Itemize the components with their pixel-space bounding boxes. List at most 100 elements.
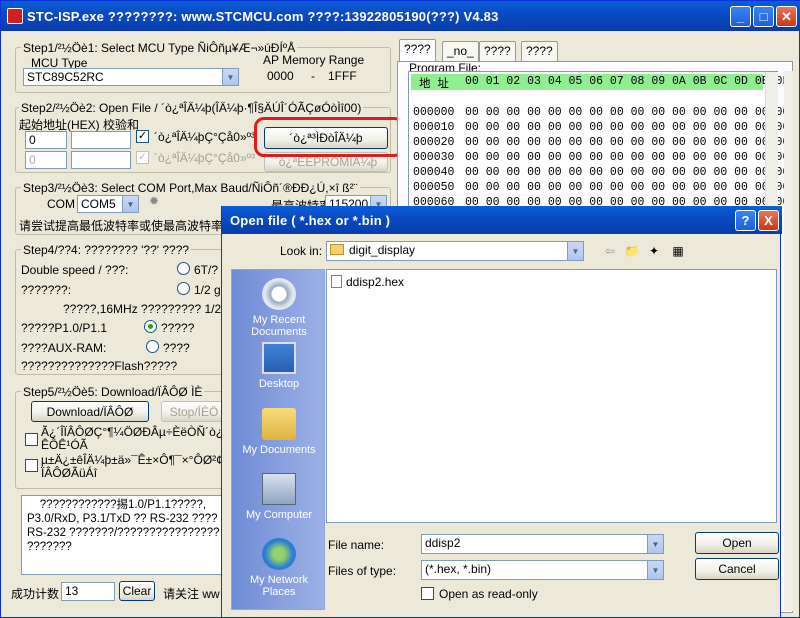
place-label: My Recent Documents (251, 314, 307, 338)
tab-4[interactable]: ???? (521, 41, 558, 61)
new-folder-icon[interactable]: ✦ (644, 242, 664, 260)
network-places-icon (262, 538, 296, 570)
file-name-label: File name: (328, 538, 385, 552)
start-address-input[interactable]: 0 (25, 131, 67, 149)
maximize-button[interactable]: □ (753, 6, 774, 27)
chevron-down-icon: ▼ (122, 196, 138, 212)
baud-hint: 请尝试提高最低波特率或使最高波特率 (19, 219, 224, 233)
eeprom-clear-label: ´ò¿ªÎÄ¼þÇ°Çå0»º³ (154, 151, 255, 165)
flash-label: ??????????????Flash????? (21, 359, 178, 373)
step3-label: Step3/²½Öè3: Select COM Port,Max Baud/Ñi… (21, 181, 360, 195)
folder-icon (330, 244, 344, 255)
read-only-checkbox[interactable] (421, 587, 434, 600)
ap-end: 1FFF (328, 69, 357, 83)
file-icon (331, 275, 342, 288)
place-label: Desktop (258, 378, 300, 390)
read-only-label: Open as read-only (439, 587, 538, 601)
title-bar[interactable]: STC-ISP.exe ????????: www.STCMCU.com ???… (1, 1, 800, 31)
places-bar: My Recent Documents Desktop My Documents… (231, 269, 325, 610)
cancel-button[interactable]: Cancel (695, 558, 779, 580)
view-menu-icon[interactable]: ▦ (668, 242, 688, 260)
tab-2[interactable]: _no_ (442, 41, 479, 61)
osc-note-label: ?????,16MHz ????????? 1/2 ( (63, 302, 229, 316)
file-list[interactable]: ddisp2.hex (326, 269, 777, 523)
chevron-down-icon: ▼ (222, 69, 238, 85)
dialog-title-bar[interactable]: Open file ( *.hex or *.bin ) ? X (222, 206, 782, 234)
eeprom-clear-checkbox[interactable]: ✓ (136, 151, 149, 164)
look-in-label: Look in: (280, 244, 323, 258)
checksum-field (71, 131, 131, 149)
reload-before-download-checkbox[interactable] (25, 433, 38, 446)
app-icon (7, 8, 23, 24)
aux-ram-radio[interactable] (146, 340, 159, 353)
eeprom-address-input[interactable]: 0 (25, 151, 67, 169)
my-documents-icon (262, 408, 296, 440)
file-name: ddisp2.hex (346, 275, 405, 289)
com-port-value: COM5 (81, 197, 116, 211)
reload-option-line2: ÊÔÊ¹ÓÃ (41, 438, 88, 452)
file-name-input[interactable]: ddisp2 ▼ (421, 534, 664, 554)
clear-buffer-checkbox[interactable]: ✓ (136, 130, 149, 143)
hex-row-address: 000010 (413, 121, 455, 134)
hex-row-values: 00 00 00 00 00 00 00 00 00 00 00 00 00 0… (465, 106, 790, 119)
place-label: My Computer (245, 509, 313, 521)
maximize-icon: □ (759, 9, 768, 24)
open-button[interactable]: Open (695, 532, 779, 554)
place-network[interactable]: My Network Places (232, 538, 326, 598)
recent-documents-icon (262, 278, 296, 310)
success-count-value: 13 (65, 584, 79, 598)
ap-start: 0000 (267, 69, 294, 83)
hex-scrollbar[interactable] (765, 72, 778, 210)
half-gain-radio[interactable] (177, 282, 190, 295)
list-item[interactable]: ddisp2.hex (331, 275, 404, 289)
up-folder-icon[interactable]: 📁 (622, 242, 642, 260)
hex-view[interactable]: 地 址 00 01 02 03 04 05 06 07 08 09 0A 0B … (408, 71, 789, 211)
stop-button[interactable]: Stop/ÍÈÖ (161, 401, 227, 422)
download-button[interactable]: Download/ÏÂÔØ (31, 401, 149, 422)
help-button[interactable]: ? (735, 210, 756, 231)
back-icon[interactable]: ⇦ (600, 242, 620, 260)
tab-3[interactable]: ???? (479, 41, 516, 61)
place-label: My Network Places (249, 574, 309, 598)
minimize-button[interactable]: _ (730, 6, 751, 27)
tab-1[interactable]: ???? (399, 39, 436, 62)
p1-label: ?????P1.0/P1.1 (21, 321, 108, 335)
help-icon: ? (741, 213, 750, 228)
file-type-select[interactable]: (*.hex, *.bin) ▼ (421, 560, 664, 580)
com-port-select[interactable]: COM5 ▼ (77, 195, 139, 213)
hex-row-values: 00 00 00 00 00 00 00 00 00 00 00 00 00 0… (465, 136, 790, 149)
aux-ram-option-label: ???? (163, 341, 190, 355)
close-icon: X (764, 213, 773, 228)
chevron-down-icon: ▼ (647, 535, 663, 553)
p1-radio[interactable] (144, 320, 157, 333)
place-my-documents[interactable]: My Documents (232, 408, 326, 456)
auto-load-checkbox[interactable] (25, 459, 38, 472)
follow-label: 请关注 ww (163, 587, 220, 601)
place-my-computer[interactable]: My Computer (232, 473, 326, 521)
speed-6t-radio[interactable] (177, 262, 190, 275)
place-desktop[interactable]: Desktop (232, 342, 326, 390)
open-file-dialog: Open file ( *.hex or *.bin ) ? X Look in… (221, 206, 782, 618)
eeprom-address-value: 0 (29, 153, 36, 167)
auto-load-line2: ÏÂÔØÃüÁî (41, 466, 98, 480)
hex-row-values: 00 00 00 00 00 00 00 00 00 00 00 00 00 0… (465, 121, 790, 134)
panel-scrollbar[interactable] (784, 71, 793, 611)
look-in-select[interactable]: digit_display ▼ (326, 241, 584, 261)
hex-row-address: 000030 (413, 151, 455, 164)
aux-ram-label: ????AUX-RAM: (21, 341, 107, 355)
dialog-close-button[interactable]: X (758, 210, 779, 231)
eeprom-checksum-field (71, 151, 131, 169)
ap-dash: - (311, 69, 315, 83)
hex-header-addr: 地 址 (419, 78, 449, 91)
mcu-type-select[interactable]: STC89C52RC ▼ (23, 68, 239, 86)
double-speed-label: Double speed / ???: (21, 263, 129, 277)
minimize-icon: _ (736, 9, 745, 24)
chevron-down-icon: ▼ (567, 242, 583, 260)
half-gain-label: 1/2 g (194, 283, 221, 297)
auto-load-line1: µ±Ä¿±êÎÄ¼þ±ä»¯Ê±×Ô¶¯×°ÔØ²¢· (41, 453, 227, 467)
highlight-annotation (254, 117, 404, 157)
hex-header-cols: 00 01 02 03 04 05 06 07 08 09 0A 0B 0C 0… (465, 75, 790, 88)
clear-button[interactable]: Clear (119, 581, 155, 601)
place-recent[interactable]: My Recent Documents (232, 278, 326, 338)
close-button[interactable]: ✕ (776, 6, 797, 27)
